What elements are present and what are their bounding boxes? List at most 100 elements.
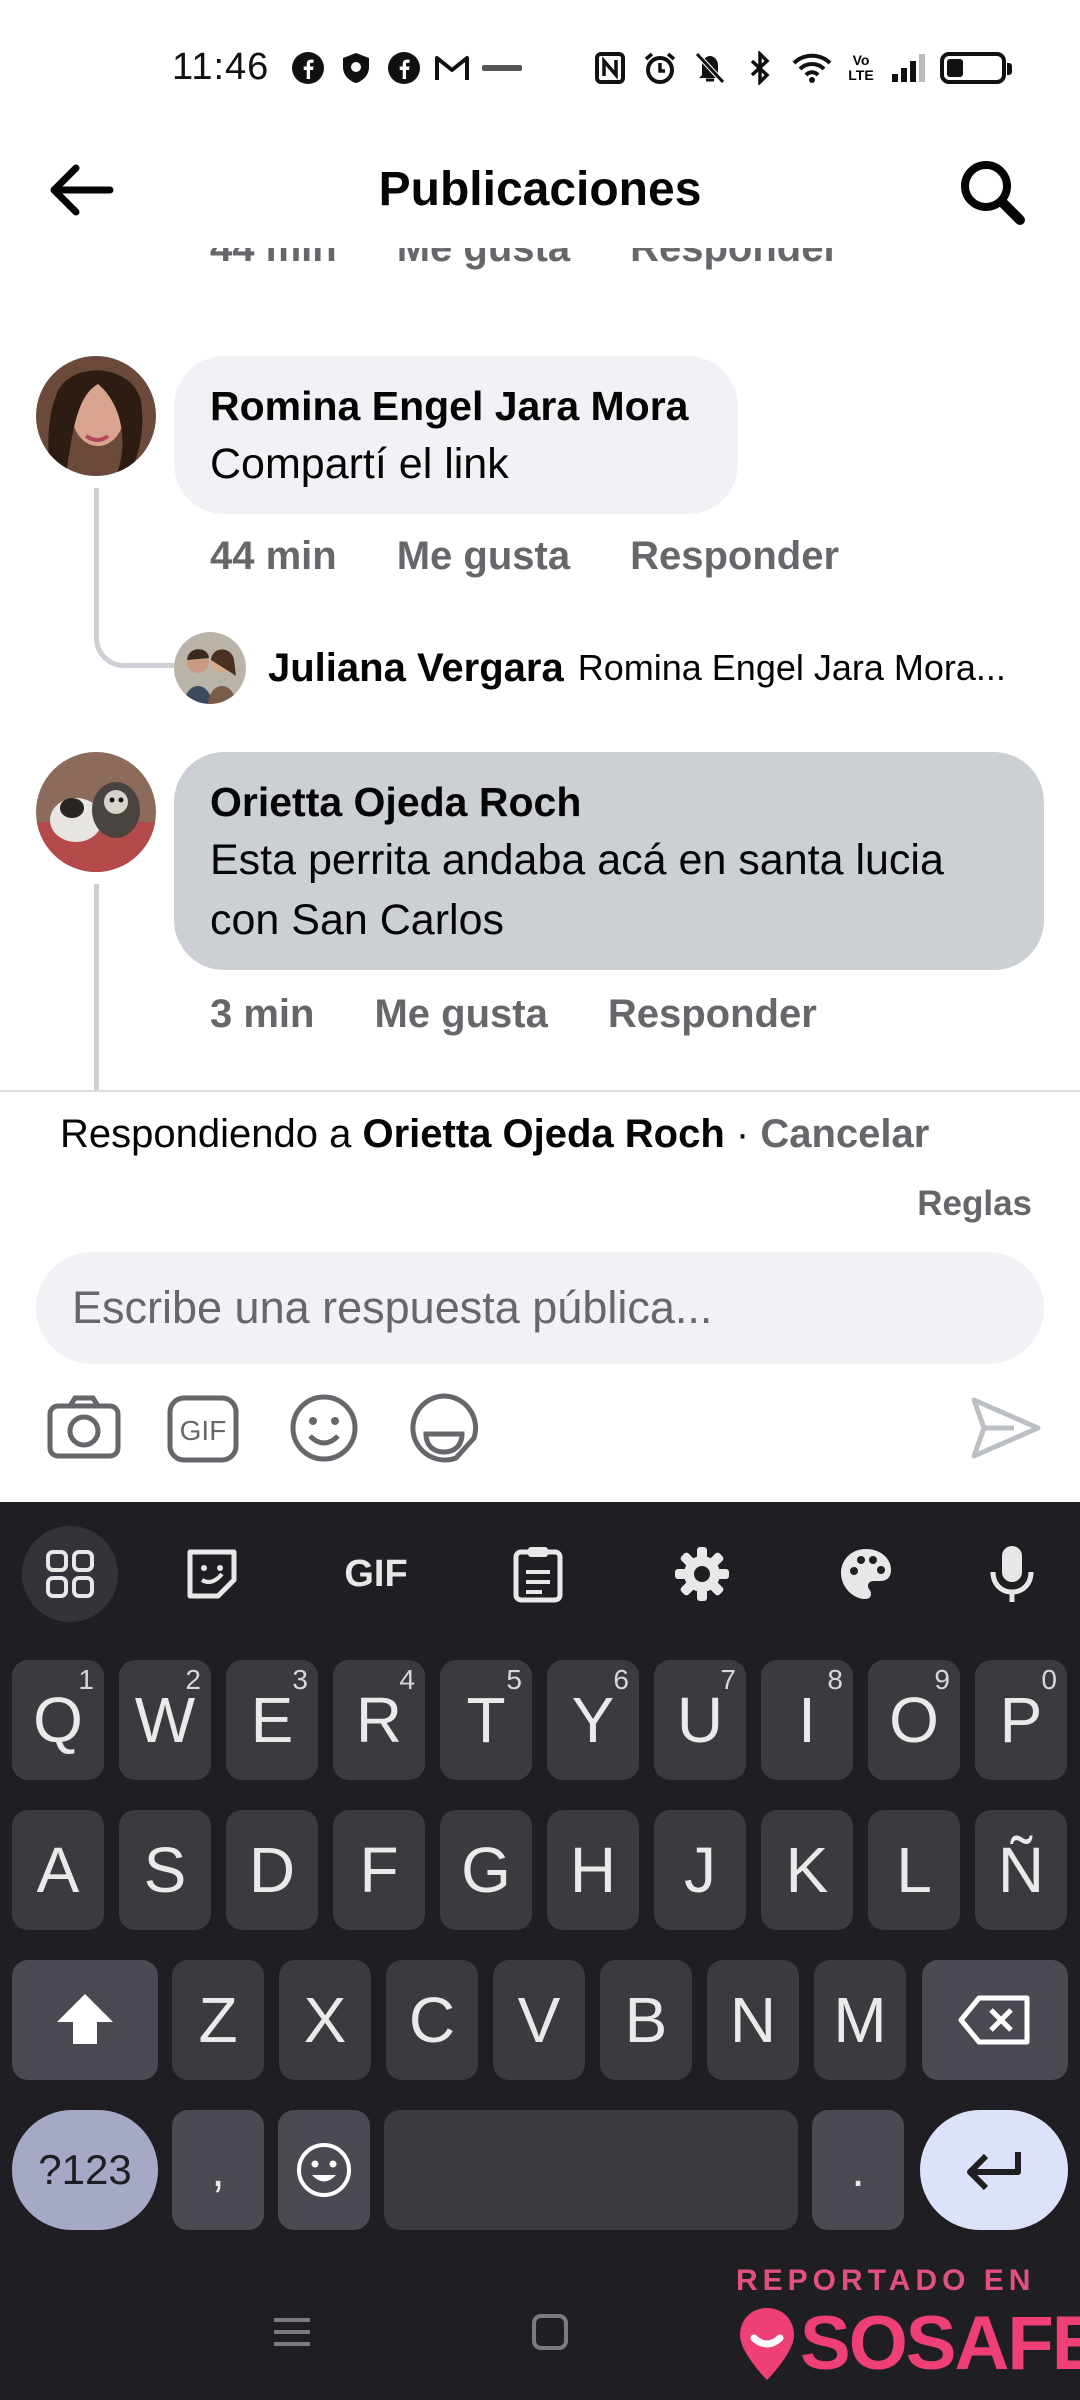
key-u[interactable]: U7 (654, 1660, 746, 1780)
emoji-key[interactable] (278, 2110, 370, 2230)
avatar[interactable] (36, 356, 156, 476)
reply-preview[interactable]: Juliana Vergara Romina Engel Jara Mora..… (174, 632, 1006, 704)
notification-icons (290, 50, 522, 86)
reply-link[interactable]: Responder (630, 248, 839, 288)
clipboard-button[interactable] (490, 1526, 586, 1622)
key-z[interactable]: Z (172, 1960, 264, 2080)
nfc-icon (592, 50, 628, 86)
gif-button[interactable]: GIF (164, 1388, 244, 1468)
reply-text: Romina Engel Jara Mora... (577, 647, 1006, 688)
gmail-icon (434, 50, 470, 86)
key-label: Q (33, 1684, 83, 1756)
settings-button[interactable] (654, 1526, 750, 1622)
key-c[interactable]: C (386, 1960, 478, 2080)
key-m[interactable]: M (814, 1960, 906, 2080)
clipboard-icon (513, 1547, 563, 1603)
key-w[interactable]: W2 (119, 1660, 211, 1780)
key-f[interactable]: F (333, 1810, 425, 1930)
separator: · (724, 1112, 761, 1156)
key-label: I (798, 1684, 816, 1756)
system-icons: Vo LTE (592, 50, 1012, 86)
key-g[interactable]: G (440, 1810, 532, 1930)
key-x[interactable]: X (279, 1960, 371, 2080)
watermark-brand: SOSAFE (800, 2301, 1080, 2386)
key-n[interactable]: N (707, 1960, 799, 2080)
key-enye[interactable]: Ñ (975, 1810, 1067, 1930)
apps-grid-button[interactable] (22, 1526, 118, 1622)
sticker-button[interactable] (404, 1388, 484, 1468)
sticker-button[interactable] (164, 1526, 260, 1622)
palette-icon (841, 1549, 891, 1599)
battery-icon (940, 52, 1012, 84)
key-j[interactable]: J (654, 1810, 746, 1930)
send-button[interactable] (966, 1388, 1046, 1468)
home-button[interactable] (530, 2312, 570, 2357)
key-r[interactable]: R4 (333, 1660, 425, 1780)
reply-author[interactable]: Juliana Vergara (268, 646, 564, 691)
key-e[interactable]: E3 (226, 1660, 318, 1780)
reply-input[interactable] (36, 1252, 1044, 1364)
voice-input-button[interactable] (964, 1526, 1060, 1622)
key-q[interactable]: Q1 (12, 1660, 104, 1780)
key-b[interactable]: B (600, 1960, 692, 2080)
status-bar: 11:46 Vo LTE (0, 0, 1080, 140)
backspace-key[interactable] (922, 1960, 1068, 2080)
like-link[interactable]: Me gusta (397, 248, 570, 288)
camera-button[interactable] (44, 1388, 124, 1468)
comment-author[interactable]: Romina Engel Jara Mora (210, 378, 702, 434)
key-s[interactable]: S (119, 1810, 211, 1930)
like-link[interactable]: Me gusta (374, 992, 547, 1037)
search-button[interactable] (954, 154, 1030, 230)
key-v[interactable]: V (493, 1960, 585, 2080)
key-h[interactable]: H (547, 1810, 639, 1930)
key-alt-label: 5 (506, 1664, 522, 1695)
key-label: O (889, 1684, 939, 1756)
reply-composer: Respondiendo a Orietta Ojeda Roch · Canc… (0, 1090, 1080, 1502)
symbols-key[interactable]: ?123 (12, 2110, 158, 2230)
key-a[interactable]: A (12, 1810, 104, 1930)
key-alt-label: 1 (78, 1664, 94, 1695)
comment-author[interactable]: Orietta Ojeda Roch (210, 774, 1008, 830)
like-link[interactable]: Me gusta (397, 534, 570, 579)
key-t[interactable]: T5 (440, 1660, 532, 1780)
key-o[interactable]: O9 (868, 1660, 960, 1780)
key-d[interactable]: D (226, 1810, 318, 1930)
shift-key[interactable] (12, 1960, 158, 2080)
comma-key[interactable]: , (172, 2110, 264, 2230)
menu-icon (274, 2318, 310, 2346)
enter-icon (967, 2152, 1021, 2191)
key-p[interactable]: P0 (975, 1660, 1067, 1780)
key-label: Y (571, 1684, 615, 1756)
space-key[interactable] (384, 2110, 798, 2230)
watermark-caption: REPORTADO EN (736, 2264, 1036, 2297)
comment-bubble[interactable]: Orietta Ojeda Roch Esta perrita andaba a… (174, 752, 1044, 970)
wifi-icon (792, 50, 832, 86)
period-key[interactable]: . (812, 2110, 904, 2230)
key-alt-label: 4 (399, 1664, 415, 1695)
cancel-reply-button[interactable]: Cancelar (760, 1112, 929, 1156)
reply-link[interactable]: Responder (630, 534, 839, 579)
enter-key[interactable] (920, 2110, 1068, 2230)
reply-link[interactable]: Responder (608, 992, 817, 1037)
key-i[interactable]: I8 (761, 1660, 853, 1780)
volte-icon: Vo LTE (848, 52, 874, 83)
gif-button[interactable]: GIF (328, 1526, 424, 1622)
status-time: 11:46 (172, 46, 270, 88)
key-alt-label: 3 (292, 1664, 308, 1695)
previous-comment-actions: 44 min Me gusta Responder (210, 248, 839, 288)
rules-link[interactable]: Reglas (917, 1184, 1032, 1224)
search-icon (961, 161, 1025, 225)
avatar[interactable] (36, 752, 156, 872)
key-alt-label: 9 (934, 1664, 950, 1695)
key-label: R (355, 1684, 403, 1756)
card-icon (482, 50, 522, 86)
avatar-photo (36, 356, 156, 476)
theme-button[interactable] (818, 1526, 914, 1622)
comment-bubble[interactable]: Romina Engel Jara Mora Compartí el link (174, 356, 738, 514)
alarm-icon (642, 50, 678, 86)
recent-apps-button[interactable] (270, 2312, 314, 2357)
key-l[interactable]: L (868, 1810, 960, 1930)
key-y[interactable]: Y6 (547, 1660, 639, 1780)
emoji-button[interactable] (284, 1388, 364, 1468)
key-k[interactable]: K (761, 1810, 853, 1930)
